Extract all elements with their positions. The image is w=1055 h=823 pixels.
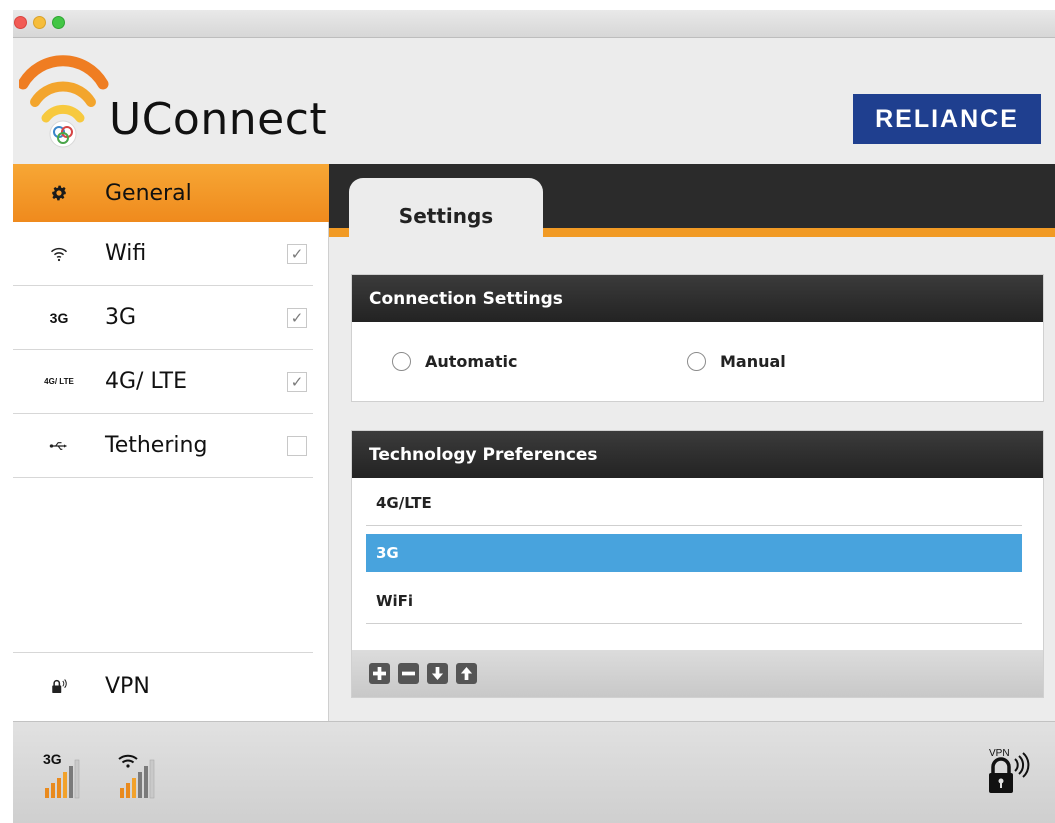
radio-label: Automatic [425, 352, 518, 371]
brand-logo: RELIANCE [853, 94, 1041, 144]
connection-settings-title: Connection Settings [352, 275, 1043, 322]
sidebar-item-wifi[interactable]: Wifi ✓ [13, 222, 313, 286]
automatic-radio[interactable]: Automatic [392, 352, 518, 371]
connection-mode-options: Automatic Manual [352, 322, 1043, 401]
sidebar-item-general[interactable]: General [13, 164, 329, 222]
radio-label: Manual [720, 352, 786, 371]
3g-signal-indicator: 3G [43, 750, 101, 804]
sidebar-item-4g-lte[interactable]: 4G/ LTE 4G/ LTE ✓ [13, 350, 313, 414]
list-item[interactable]: 4G/LTE [366, 480, 1022, 526]
3g-icon: 3G [49, 309, 69, 326]
technology-preferences-panel: Technology Preferences 4G/LTE 3G WiFi [351, 430, 1044, 698]
minimize-window-button[interactable] [33, 16, 46, 29]
close-window-button[interactable] [14, 16, 27, 29]
sidebar-item-tethering[interactable]: Tethering [13, 414, 313, 478]
app-window: UConnect RELIANCE General Wifi ✓ 3G 3G ✓… [13, 10, 1055, 823]
wifi-signal-indicator [117, 750, 167, 804]
wifi-checkbox[interactable]: ✓ [287, 243, 307, 264]
app-title: UConnect [109, 94, 328, 145]
plus-icon [373, 667, 386, 680]
title-bar [13, 10, 1055, 38]
uconnect-logo-icon [19, 55, 109, 148]
3g-signal-icon: 3G [43, 751, 80, 799]
connection-settings-panel: Connection Settings Automatic Manual [351, 274, 1044, 402]
wifi-icon [13, 246, 105, 262]
tethering-checkbox[interactable] [287, 435, 307, 456]
sidebar-item-label: 3G [105, 305, 137, 330]
radio-circle [392, 352, 411, 371]
wifi-signal-icon [118, 754, 155, 799]
sidebar-item-label: VPN [105, 674, 150, 699]
arrow-down-icon [431, 667, 444, 680]
minus-icon [402, 671, 415, 676]
technology-list: 4G/LTE 3G WiFi [352, 480, 1043, 650]
sidebar-item-label: Wifi [105, 241, 147, 266]
tab-settings[interactable]: Settings [349, 178, 543, 264]
gear-icon [13, 184, 105, 202]
lock-signal-icon [13, 678, 105, 696]
list-toolbar [352, 650, 1043, 697]
zoom-window-button[interactable] [52, 16, 65, 29]
manual-radio[interactable]: Manual [687, 352, 786, 371]
4g-lte-checkbox[interactable]: ✓ [287, 371, 307, 392]
technology-preferences-title: Technology Preferences [352, 431, 1043, 478]
move-up-button[interactable] [456, 663, 477, 684]
arrow-up-icon [460, 667, 473, 680]
sidebar-item-vpn[interactable]: VPN [13, 652, 313, 720]
remove-button[interactable] [398, 663, 419, 684]
list-item[interactable]: WiFi [366, 578, 1022, 624]
add-button[interactable] [369, 663, 390, 684]
vpn-status-label: VPN [989, 748, 1010, 759]
sidebar: General Wifi ✓ 3G 3G ✓ 4G/ LTE 4G/ LTE ✓… [13, 164, 329, 721]
sidebar-item-label: General [105, 180, 192, 206]
network-type-label: 3G [43, 751, 62, 767]
3g-checkbox[interactable]: ✓ [287, 307, 307, 328]
move-down-button[interactable] [427, 663, 448, 684]
main-content: Settings Connection Settings Automatic M… [329, 164, 1055, 721]
sidebar-item-label: Tethering [105, 433, 208, 458]
app-header: UConnect RELIANCE [13, 38, 1055, 164]
radio-circle [687, 352, 706, 371]
status-bar: 3G VPN [13, 721, 1055, 823]
sidebar-item-label: 4G/ LTE [105, 369, 188, 394]
sidebar-item-3g[interactable]: 3G 3G ✓ [13, 286, 313, 350]
vpn-lock-icon: VPN [989, 748, 1030, 793]
usb-icon [13, 440, 105, 452]
4g-lte-icon: 4G/ LTE [44, 377, 74, 386]
list-item[interactable]: 3G [366, 534, 1022, 572]
vpn-status-indicator[interactable]: VPN [983, 746, 1033, 804]
